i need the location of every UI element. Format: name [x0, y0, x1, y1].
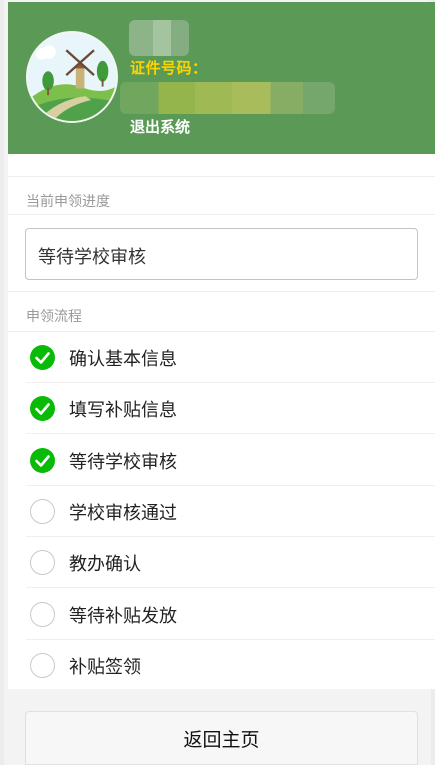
empty-circle-icon [30, 550, 55, 576]
name-redacted [129, 20, 189, 56]
flow-step: 等待学校审核 [8, 435, 435, 486]
empty-circle-icon [30, 498, 55, 524]
return-home-button[interactable]: 返回主页 [25, 711, 418, 765]
return-home-label: 返回主页 [183, 729, 260, 751]
id-number-label: 证件号码： [130, 59, 208, 77]
flow-step-label: 等待补贴发放 [69, 605, 177, 627]
flow-step-label: 填写补贴信息 [69, 400, 177, 422]
empty-circle-icon [30, 652, 55, 678]
flow-step-label: 学校审核通过 [69, 502, 177, 524]
check-circle-icon [30, 345, 55, 370]
logout-link[interactable]: 退出系统 [130, 116, 190, 137]
flow-step-label: 补贴签领 [69, 656, 141, 678]
current-progress-value: 等待学校审核 [38, 247, 146, 268]
flow-step: 填写补贴信息 [8, 383, 435, 435]
page-frame: 证件号码： 退出系统 当前申领进度 等待学校审核 申领流程 确认基本信息 填写补贴… [0, 0, 435, 765]
avatar [26, 31, 118, 123]
flow-step: 等待补贴发放 [8, 589, 435, 640]
flow-step: 教办确认 [8, 537, 435, 589]
current-progress-field: 等待学校审核 [25, 228, 418, 280]
empty-circle-icon [30, 601, 55, 627]
divider [8, 214, 435, 215]
flow-step: 确认基本信息 [8, 332, 435, 383]
flow-step: 补贴签领 [8, 640, 435, 691]
check-circle-icon [30, 396, 55, 422]
flow-section-title: 申领流程 [26, 309, 82, 325]
progress-section-title: 当前申领进度 [26, 194, 110, 210]
flow-step: 学校审核通过 [8, 486, 435, 537]
flow-step-label: 教办确认 [69, 554, 141, 576]
divider [8, 176, 435, 177]
windmill-landscape-icon [28, 33, 116, 121]
flow-step-label: 确认基本信息 [69, 349, 177, 370]
flow-step-label: 等待学校审核 [69, 451, 177, 473]
id-number-redacted [120, 82, 335, 114]
check-circle-icon [30, 447, 55, 473]
divider [8, 291, 435, 292]
application-panel: 当前申领进度 等待学校审核 申领流程 确认基本信息 填写补贴信息 等待学校审核 学校审… [8, 154, 435, 689]
user-header: 证件号码： 退出系统 [8, 2, 435, 154]
